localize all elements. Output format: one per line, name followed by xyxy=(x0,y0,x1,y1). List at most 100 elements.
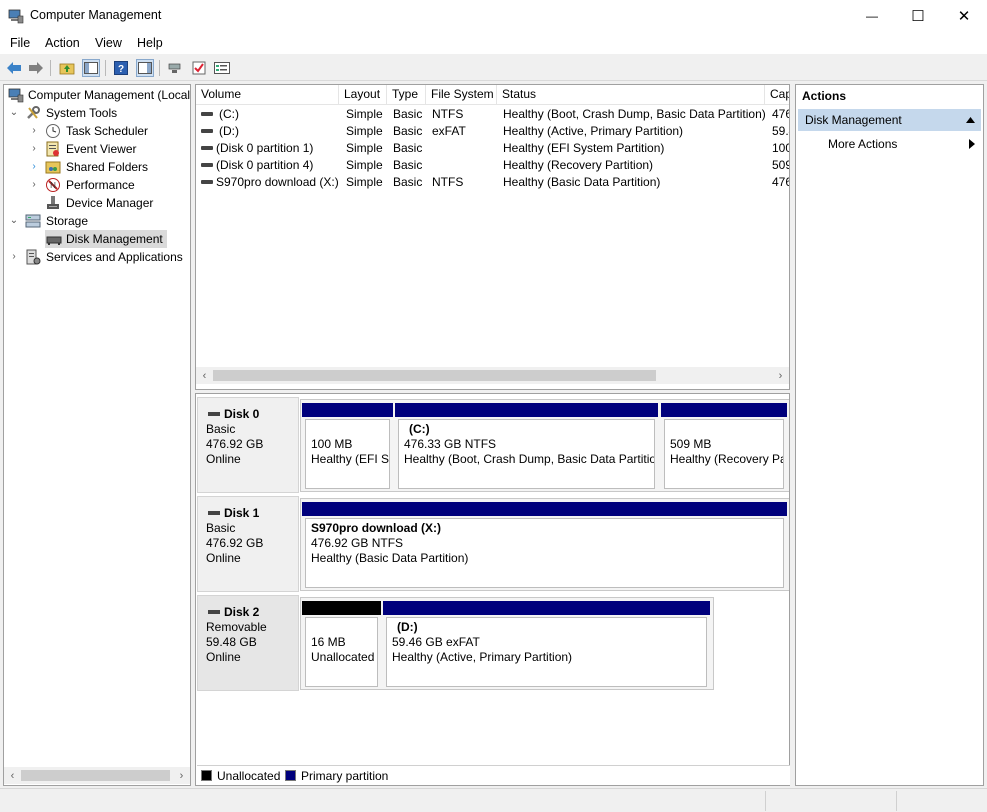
partition-size: 16 MB xyxy=(311,635,346,649)
disk-graphical-view[interactable]: Disk 0 Basic 476.92 GB Online 100 MB Hea… xyxy=(195,393,790,786)
volume-status: Healthy (Basic Data Partition) xyxy=(503,175,661,189)
tree-item-services-and-applications[interactable]: › Services and Applications xyxy=(4,248,190,266)
back-button[interactable] xyxy=(5,59,23,77)
menu-file[interactable]: File xyxy=(10,36,30,50)
maximize-button[interactable]: ☐ xyxy=(895,0,941,32)
scroll-left-icon[interactable]: ‹ xyxy=(196,367,213,384)
column-header-type[interactable]: Type xyxy=(387,85,426,105)
tree-item-label: Task Scheduler xyxy=(66,124,149,138)
disk-state: Online xyxy=(206,650,241,664)
tree-item-disk-management[interactable]: Disk Management xyxy=(45,230,167,248)
scroll-left-icon[interactable]: ‹ xyxy=(4,767,21,784)
chevron-right-icon[interactable]: › xyxy=(29,122,39,140)
column-header-volume[interactable]: Volume xyxy=(196,85,339,105)
tree-item-label: Device Manager xyxy=(66,196,154,210)
show-hide-action-pane-button[interactable] xyxy=(136,59,154,77)
partition-c[interactable]: (C:) 476.33 GB NTFS Healthy (Boot, Crash… xyxy=(398,419,655,489)
disk-2-header[interactable]: Disk 2 Removable 59.48 GB Online xyxy=(197,595,299,691)
volume-list[interactable]: Volume Layout Type File System Status Ca… xyxy=(195,84,790,390)
minimize-button[interactable]: — xyxy=(849,0,895,32)
partition-title xyxy=(311,620,377,635)
partition-status: Healthy (Active, Primary Partition) xyxy=(392,650,573,664)
system-tools-icon xyxy=(27,106,40,119)
navigation-tree[interactable]: Computer Management (Local ⌄ System Tool… xyxy=(3,84,191,786)
actions-section-disk-management[interactable]: Disk Management xyxy=(798,109,981,131)
column-header-layout[interactable]: Layout xyxy=(339,85,387,105)
volume-type: Basic xyxy=(393,158,423,172)
partition-size: 59.46 GB exFAT xyxy=(392,635,480,649)
more-actions-item[interactable]: More Actions xyxy=(796,133,983,155)
disk-kind: Removable xyxy=(206,620,267,634)
partition-size: 476.92 GB NTFS xyxy=(311,536,404,550)
volume-layout: Simple xyxy=(346,158,383,172)
tree-item-shared-folders[interactable]: › Shared Folders xyxy=(4,158,190,176)
partition-status: Healthy (Boot, Crash Dump, Basic Data Pa… xyxy=(404,452,655,466)
partition-x[interactable]: S970pro download (X:) 476.92 GB NTFS Hea… xyxy=(305,518,784,588)
column-header-capacity[interactable]: Cap xyxy=(765,85,789,105)
partition-efi[interactable]: 100 MB Healthy (EFI Sy xyxy=(305,419,390,489)
tree-item-system-tools[interactable]: ⌄ System Tools xyxy=(4,104,190,122)
primary-partition-bar xyxy=(395,403,658,417)
properties-button[interactable] xyxy=(213,59,231,77)
scroll-right-icon[interactable]: › xyxy=(772,367,789,384)
close-button[interactable]: ✕ xyxy=(941,0,987,32)
menu-view[interactable]: View xyxy=(95,36,122,50)
connect-button[interactable] xyxy=(166,59,184,77)
menu-action[interactable]: Action xyxy=(45,36,80,50)
tree-item-label: System Tools xyxy=(46,106,118,120)
svg-text:?: ? xyxy=(118,64,124,75)
minimize-icon: — xyxy=(866,9,878,23)
disk-kind: Basic xyxy=(206,521,236,535)
partition-status: Healthy (Recovery Pa xyxy=(670,452,784,466)
volume-type: Basic xyxy=(393,107,423,121)
chevron-right-icon[interactable]: › xyxy=(29,158,39,176)
forward-button[interactable] xyxy=(27,59,45,77)
column-header-status[interactable]: Status xyxy=(497,85,765,105)
partition-recovery[interactable]: 509 MB Healthy (Recovery Pa xyxy=(664,419,784,489)
chevron-right-icon[interactable]: › xyxy=(29,176,39,194)
chevron-right-icon[interactable]: › xyxy=(9,248,19,266)
help-button[interactable]: ? xyxy=(112,59,130,77)
legend-unallocated-label: Unallocated xyxy=(217,769,281,783)
scrollbar-thumb[interactable] xyxy=(21,770,170,781)
check-button[interactable] xyxy=(190,59,208,77)
volume-layout: Simple xyxy=(346,107,383,121)
volume-list-horizontal-scrollbar[interactable]: ‹ › xyxy=(196,367,789,384)
tree-item-label: Shared Folders xyxy=(66,160,149,174)
column-header-file-system[interactable]: File System xyxy=(426,85,497,105)
up-button[interactable] xyxy=(58,59,76,77)
scroll-right-icon[interactable]: › xyxy=(173,767,190,784)
tree-item-event-viewer[interactable]: › Event Viewer xyxy=(4,140,190,158)
performance-icon: N xyxy=(46,178,60,192)
event-viewer-icon xyxy=(46,141,59,157)
show-hide-tree-button[interactable] xyxy=(82,59,100,77)
chevron-down-icon[interactable]: ⌄ xyxy=(9,212,19,230)
tree-item-performance[interactable]: › N Performance xyxy=(4,176,190,194)
tree-item-label: Performance xyxy=(66,178,135,192)
tree-item-device-manager[interactable]: Device Manager xyxy=(4,194,190,212)
disk-size: 476.92 GB xyxy=(206,536,264,550)
partition-unallocated[interactable]: 16 MB Unallocated xyxy=(305,617,378,687)
disk-name-label: Disk 2 xyxy=(224,605,260,619)
forward-arrow-icon xyxy=(29,62,43,74)
disk-0-header[interactable]: Disk 0 Basic 476.92 GB Online xyxy=(197,397,299,493)
volume-type: Basic xyxy=(393,124,423,138)
volume-layout: Simple xyxy=(346,141,383,155)
disk-icon xyxy=(208,610,220,614)
menu-help[interactable]: Help xyxy=(137,36,163,50)
chevron-right-icon[interactable]: › xyxy=(29,140,39,158)
partition-d[interactable]: (D:) 59.46 GB exFAT Healthy (Active, Pri… xyxy=(386,617,707,687)
chevron-down-icon[interactable]: ⌄ xyxy=(9,104,19,122)
tree-item-storage[interactable]: ⌄ Storage xyxy=(4,212,190,230)
tree-horizontal-scrollbar[interactable]: ‹ › xyxy=(4,767,190,784)
volume-file-system: NTFS xyxy=(432,175,464,189)
collapse-up-icon[interactable] xyxy=(966,117,975,123)
close-icon: ✕ xyxy=(957,8,971,25)
disk-1-header[interactable]: Disk 1 Basic 476.92 GB Online xyxy=(197,496,299,592)
scrollbar-thumb[interactable] xyxy=(213,370,656,381)
partition-status: Healthy (Basic Data Partition) xyxy=(311,551,469,565)
tree-item-task-scheduler[interactable]: › Task Scheduler xyxy=(4,122,190,140)
tree-item-label: Services and Applications xyxy=(46,250,183,264)
volume-capacity: 100 xyxy=(772,141,789,155)
partition-title: S970pro download (X:) xyxy=(311,521,442,535)
